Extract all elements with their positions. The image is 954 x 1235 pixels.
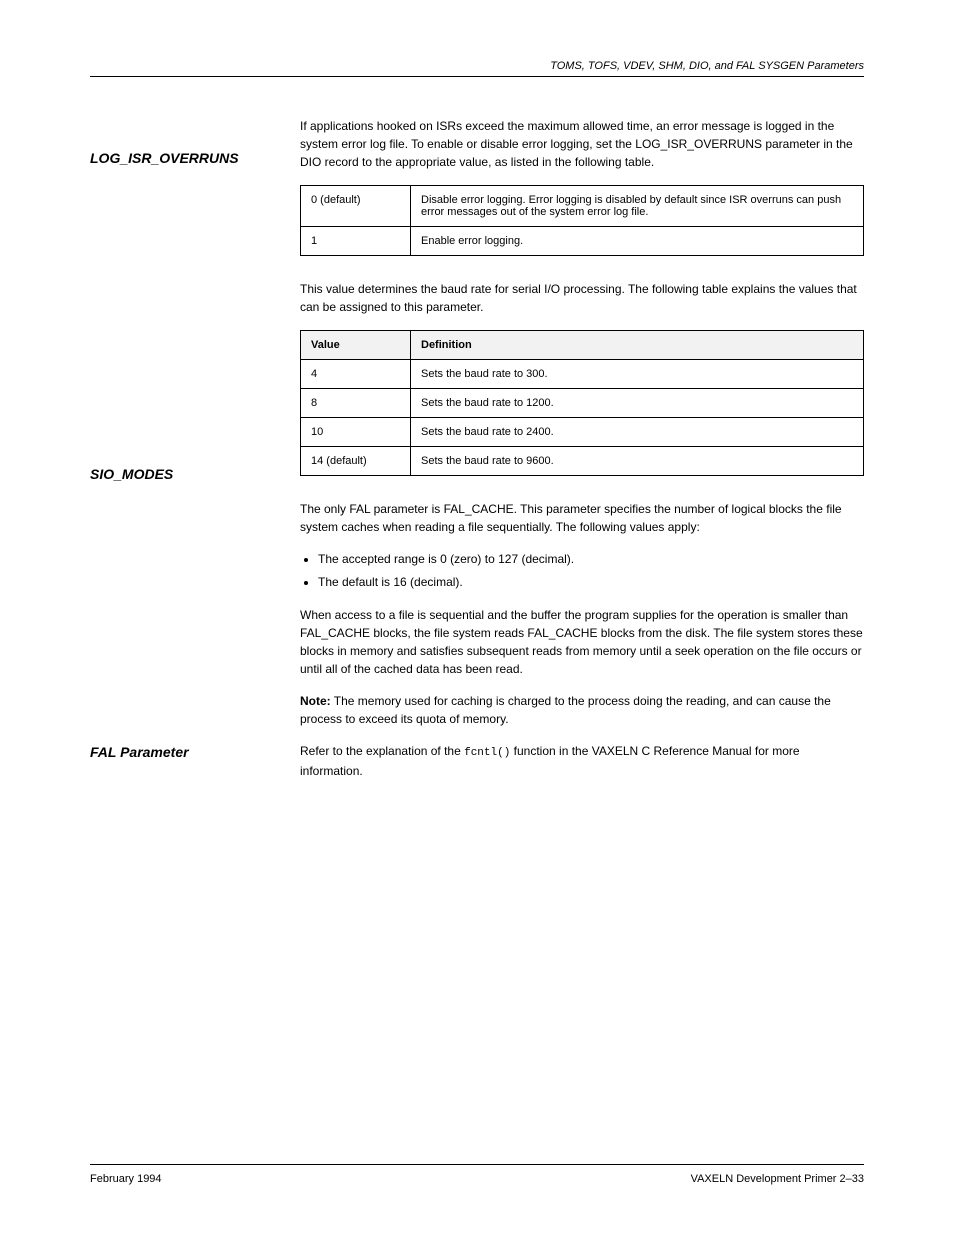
- fal-p3: Refer to the explanation of the fcntl() …: [300, 742, 864, 780]
- table-row: 4 Sets the baud rate to 300.: [301, 360, 864, 389]
- col-header-definition: Definition: [411, 331, 864, 360]
- cell-value: 14 (default): [301, 447, 411, 476]
- page-header: TOMS, TOFS, VDEV, SHM, DIO, and FAL SYSG…: [90, 60, 864, 77]
- fal-p3-prefix: Refer to the explanation of the: [300, 744, 464, 758]
- section-heading-log-isr-overruns: LOG_ISR_OVERRUNS: [90, 150, 239, 166]
- page-footer: February 1994 VAXELN Development Primer …: [90, 1164, 864, 1185]
- cell-desc: Sets the baud rate to 2400.: [411, 418, 864, 447]
- cell-desc: Sets the baud rate to 1200.: [411, 389, 864, 418]
- table-row: 8 Sets the baud rate to 1200.: [301, 389, 864, 418]
- table-row: 14 (default) Sets the baud rate to 9600.: [301, 447, 864, 476]
- note-label: Note:: [300, 694, 331, 708]
- log-isr-overruns-table: 0 (default) Disable error logging. Error…: [300, 185, 864, 256]
- section-heading-fal-parameter: FAL Parameter: [90, 744, 189, 760]
- fal-bullet-list: The accepted range is 0 (zero) to 127 (d…: [300, 550, 864, 592]
- cell-desc: Sets the baud rate to 300.: [411, 360, 864, 389]
- table-row: 1 Enable error logging.: [301, 227, 864, 256]
- section-heading-sio-modes: SIO_MODES: [90, 466, 173, 482]
- cell-value: 10: [301, 418, 411, 447]
- cell-value: 4: [301, 360, 411, 389]
- fal-p2: When access to a file is sequential and …: [300, 606, 864, 678]
- fal-p3-code: fcntl(): [464, 747, 510, 759]
- fal-p1: The only FAL parameter is FAL_CACHE. Thi…: [300, 500, 864, 536]
- table-row: 0 (default) Disable error logging. Error…: [301, 186, 864, 227]
- col-header-value: Value: [301, 331, 411, 360]
- header-topic: TOMS, TOFS, VDEV, SHM, DIO, and FAL SYSG…: [550, 60, 864, 72]
- section2-intro: This value determines the baud rate for …: [300, 280, 864, 316]
- note-text: The memory used for caching is charged t…: [300, 694, 831, 726]
- sio-modes-table: Value Definition 4 Sets the baud rate to…: [300, 330, 864, 476]
- footer-pagelabel: VAXELN Development Primer 2–33: [691, 1173, 864, 1185]
- footer-date: February 1994: [90, 1173, 162, 1185]
- fal-note: Note: The memory used for caching is cha…: [300, 692, 864, 728]
- cell-value: 1: [301, 227, 411, 256]
- table-header-row: Value Definition: [301, 331, 864, 360]
- cell-desc: Enable error logging.: [411, 227, 864, 256]
- cell-value: 0 (default): [301, 186, 411, 227]
- list-item: The accepted range is 0 (zero) to 127 (d…: [318, 550, 864, 569]
- list-item: The default is 16 (decimal).: [318, 573, 864, 592]
- cell-desc: Disable error logging. Error logging is …: [411, 186, 864, 227]
- table-row: 10 Sets the baud rate to 2400.: [301, 418, 864, 447]
- section1-intro: If applications hooked on ISRs exceed th…: [300, 117, 864, 171]
- cell-desc: Sets the baud rate to 9600.: [411, 447, 864, 476]
- cell-value: 8: [301, 389, 411, 418]
